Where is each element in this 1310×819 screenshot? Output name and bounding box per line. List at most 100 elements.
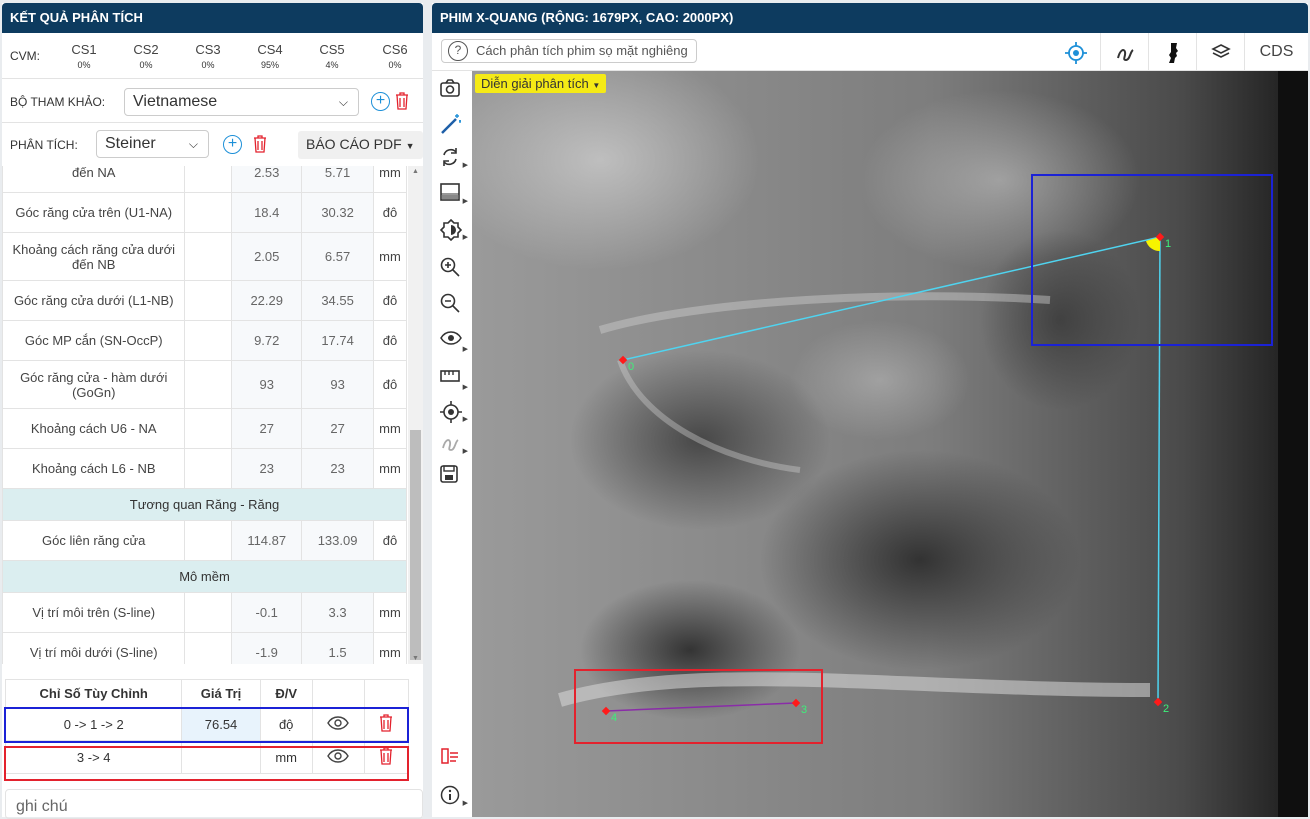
metric-name: Khoảng cách U6 - NA xyxy=(2,408,186,449)
add-reference-button[interactable]: + xyxy=(371,92,390,111)
metric-unit: mm xyxy=(373,592,407,633)
header-value: Giá Trị xyxy=(181,679,261,708)
delete-reference-icon[interactable] xyxy=(395,92,409,110)
metric-name: Góc răng cửa dưới (L1-NB) xyxy=(2,280,186,321)
trace-tool-button[interactable] xyxy=(1100,33,1148,71)
table-row: Khoảng cách L6 - NB 23 23 mm xyxy=(2,448,407,489)
metric-value: 18.4 xyxy=(231,192,303,233)
landmark-tool[interactable]: ▶ xyxy=(440,401,468,425)
metric-value: 9.72 xyxy=(231,320,303,361)
metric-name: Góc liên răng cửa xyxy=(2,520,186,561)
cvm-row: CVM: CS1 0% CS2 0% CS3 0% CS4 95% CS5 4% CS6 0… xyxy=(2,35,423,79)
metric-norm: 1.5 xyxy=(301,632,375,664)
scrollbar-thumb[interactable] xyxy=(410,430,421,660)
layers-button[interactable] xyxy=(1196,33,1244,71)
delete-analysis-icon[interactable] xyxy=(253,135,267,153)
submenu-arrow-icon: ▶ xyxy=(462,198,468,205)
metric-unit: đô xyxy=(373,192,407,233)
metric-unit: đô xyxy=(373,280,407,321)
analysis-row: PHÂN TÍCH: Steiner ⌵ + BÁO CÁO PDF ▼ xyxy=(2,124,423,166)
reference-set-value: Vietnamese xyxy=(133,93,218,110)
help-link-label: Cách phân tích phim sọ mặt nghiêng xyxy=(476,43,688,58)
camera-icon xyxy=(440,79,460,97)
cvm-stage-pct: 0% xyxy=(388,60,402,70)
cvm-stage-name: CS4 xyxy=(257,42,283,57)
brightness-tool[interactable]: ▶ xyxy=(439,218,468,243)
auto-detect-tool[interactable] xyxy=(440,113,466,137)
rotate-tool[interactable]: ▶ xyxy=(440,147,468,171)
add-analysis-button[interactable]: + xyxy=(223,135,242,154)
save-tool[interactable] xyxy=(440,465,466,489)
metric-name: Vị trí môi dưới (S-line) xyxy=(2,632,186,664)
metric-value: 23 xyxy=(231,448,303,489)
info-tool[interactable]: ▶ xyxy=(440,785,468,809)
table-scrollbar[interactable]: ▲ ▼ xyxy=(408,166,423,664)
metric-norm: 133.09 xyxy=(301,520,375,561)
capture-tool[interactable] xyxy=(440,79,466,103)
metric-norm: 6.57 xyxy=(301,232,375,281)
scroll-up-icon[interactable]: ▲ xyxy=(412,168,419,175)
metric-unit: mm xyxy=(373,232,407,281)
scroll-down-icon[interactable]: ▼ xyxy=(412,655,419,662)
profile-tool-button[interactable] xyxy=(1148,33,1196,71)
cvm-stage-name: CS2 xyxy=(133,42,159,57)
submenu-arrow-icon: ▶ xyxy=(462,448,468,455)
zoom-out-icon xyxy=(440,293,460,313)
cvm-stage-cs3: CS3 0% xyxy=(183,42,233,70)
eye-icon xyxy=(440,331,462,345)
curve-tool[interactable]: ▶ xyxy=(440,433,468,457)
table-row: Khoảng cách U6 - NA 27 27 mm xyxy=(2,408,407,449)
table-row: Góc răng cửa dưới (L1-NB) 22.29 34.55 đô xyxy=(2,280,407,321)
metric-unit: mm xyxy=(373,448,407,489)
metric-unit: mm xyxy=(373,632,407,664)
highlight-angle-points xyxy=(1031,174,1273,346)
pdf-report-button[interactable]: BÁO CÁO PDF ▼ xyxy=(298,131,423,159)
analysis-legend-button[interactable]: Diễn giải phân tích ▼ xyxy=(475,74,607,93)
results-panel-header: KẾT QUẢ PHÂN TÍCH xyxy=(2,3,423,33)
submenu-arrow-icon: ▶ xyxy=(462,416,468,423)
ruler-tool[interactable]: ▶ xyxy=(440,369,468,393)
clear-tool[interactable] xyxy=(440,747,466,771)
cds-button[interactable]: CDS xyxy=(1244,33,1308,71)
metric-norm: 93 xyxy=(301,360,375,409)
caret-down-icon: ▼ xyxy=(405,141,415,151)
question-icon: ? xyxy=(448,41,468,61)
cvm-label: CVM: xyxy=(10,49,40,63)
caret-down-icon: ▼ xyxy=(592,81,601,90)
landmark-tool-button[interactable] xyxy=(1052,33,1100,71)
metric-norm: 17.74 xyxy=(301,320,375,361)
metric-value: 114.87 xyxy=(231,520,303,561)
zoom-out-tool[interactable] xyxy=(440,293,466,317)
cvm-stage-cs1: CS1 0% xyxy=(59,42,109,70)
reference-set-select[interactable]: Vietnamese ⌵ xyxy=(124,88,359,116)
help-link[interactable]: ? Cách phân tích phim sọ mặt nghiêng xyxy=(441,39,697,63)
xray-panel: PHIM X-QUANG (RỘNG: 1679PX, CAO: 2000PX)… xyxy=(432,3,1308,817)
landmark-label: 0 xyxy=(628,361,634,373)
analysis-results-panel: KẾT QUẢ PHÂN TÍCH CVM: CS1 0% CS2 0% CS3 0%… xyxy=(2,3,423,819)
cvm-stage-pct: 0% xyxy=(77,60,91,70)
cvm-stage-cs2: CS2 0% xyxy=(121,42,171,70)
magic-wand-icon xyxy=(441,114,461,134)
metric-norm: 27 xyxy=(301,408,375,449)
contrast-tool[interactable]: ▶ xyxy=(440,183,468,207)
xray-panel-header: PHIM X-QUANG (RỘNG: 1679PX, CAO: 2000PX) xyxy=(432,3,1308,33)
rotate-icon xyxy=(443,148,457,166)
section-header: Mô mềm xyxy=(2,560,407,593)
metric-name: đến NA xyxy=(2,166,186,193)
zoom-in-tool[interactable] xyxy=(440,257,466,281)
metric-unit: đô xyxy=(373,320,407,361)
cvm-stage-cs6: CS6 0% xyxy=(370,42,420,70)
cvm-stage-pct: 4% xyxy=(325,60,339,70)
analysis-select[interactable]: Steiner ⌵ xyxy=(96,130,209,158)
metric-name: Góc răng cửa - hàm dưới (GoGn) xyxy=(2,360,186,409)
ruler-icon xyxy=(440,370,460,382)
cvm-stage-name: CS3 xyxy=(195,42,221,57)
layers-icon xyxy=(1210,44,1231,58)
note-input[interactable]: ghi chú xyxy=(5,789,423,819)
visibility-tool[interactable]: ▶ xyxy=(440,331,468,355)
metric-name: Khoảng cách răng cửa dưới đến NB xyxy=(2,232,186,281)
metric-unit: đô xyxy=(373,520,407,561)
metric-name: Vị trí môi trên (S-line) xyxy=(2,592,186,633)
brightness-icon xyxy=(439,218,463,242)
curve-icon xyxy=(1116,49,1134,62)
